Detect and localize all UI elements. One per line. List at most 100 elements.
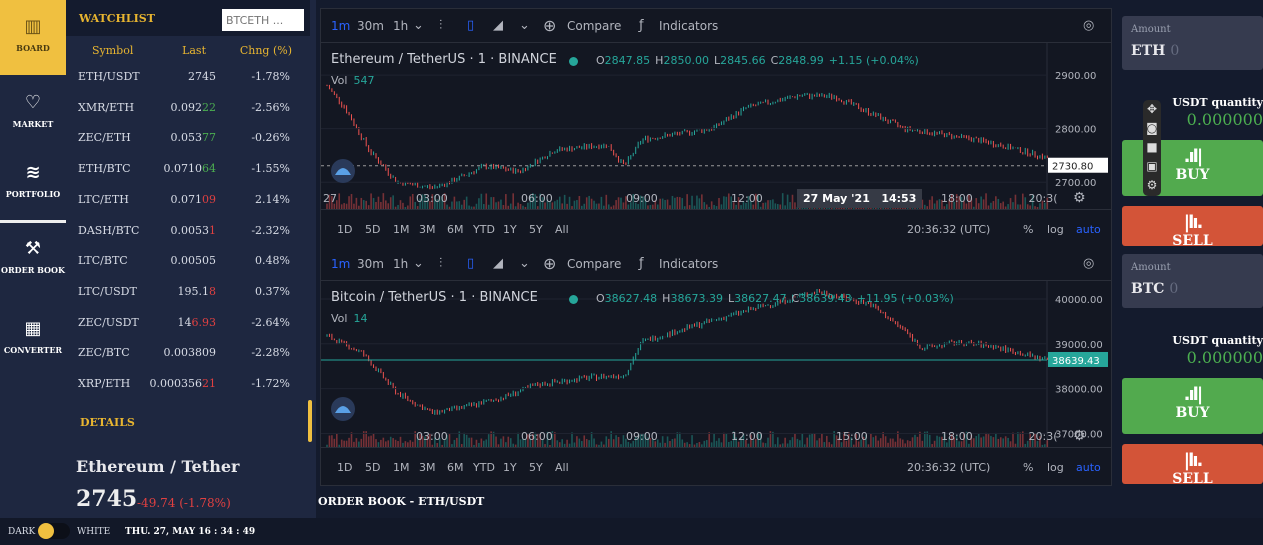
column-symbol[interactable]: Symbol [92, 44, 133, 57]
watchlist-row[interactable]: ETH/BTC 0.071064 -1.55% [66, 154, 310, 184]
interval-30m[interactable]: 30m [357, 19, 384, 33]
candle-style-icon[interactable]: ▯ [467, 18, 474, 33]
interval-1h[interactable]: 1h [393, 257, 408, 271]
compare-icon[interactable]: ⊕ [543, 254, 556, 273]
compare-icon[interactable]: ⊕ [543, 16, 556, 35]
range-1m[interactable]: 1M [393, 461, 410, 474]
range-all[interactable]: All [555, 223, 569, 236]
range-1y[interactable]: 1Y [503, 223, 517, 236]
chevron-down-icon[interactable]: ⌄ [413, 256, 424, 271]
watchlist-search-input[interactable] [222, 9, 304, 31]
bar-chart-icon: ▥ [24, 16, 42, 37]
column-last[interactable]: Last [182, 44, 206, 57]
range-3m[interactable]: 3M [419, 461, 436, 474]
interval-30m[interactable]: 30m [357, 257, 384, 271]
compare-button[interactable]: Compare [567, 19, 621, 33]
area-style-icon[interactable]: ◢ [493, 256, 503, 271]
sidebar-item-market[interactable]: ♡ MARKET [0, 80, 66, 140]
range-ytd[interactable]: YTD [473, 223, 495, 236]
auto-toggle[interactable]: auto [1076, 223, 1101, 236]
watchlist-row[interactable]: ZEC/USDT 146.93 -2.64% [66, 308, 310, 338]
range-5y[interactable]: 5Y [529, 461, 543, 474]
range-5d[interactable]: 5D [365, 461, 380, 474]
cursor-icon[interactable]: ✥ [1143, 100, 1161, 119]
amount-field-btc[interactable]: Amount BTC 0 [1122, 254, 1263, 308]
watchlist-scrollbar[interactable] [308, 400, 312, 442]
watchlist-row[interactable]: ZEC/ETH 0.05377 -0.26% [66, 123, 310, 153]
range-6m[interactable]: 6M [447, 461, 464, 474]
camera-icon[interactable]: ◎ [1083, 18, 1094, 33]
amount-field-eth[interactable]: Amount ETH 0 [1122, 16, 1263, 70]
watchlist-row[interactable]: LTC/BTC 0.00505 0.48% [66, 246, 310, 276]
log-toggle[interactable]: log [1047, 223, 1064, 236]
auto-toggle[interactable]: auto [1076, 461, 1101, 474]
range-1y[interactable]: 1Y [503, 461, 517, 474]
settings-gear-icon[interactable]: ⚙ [1073, 190, 1086, 206]
chevron-down-icon[interactable]: ⌄ [413, 18, 424, 33]
sidebar-item-order-book[interactable]: ⚒ ORDER BOOK [0, 226, 66, 286]
indicators-icon[interactable]: ƒ [639, 256, 644, 271]
bar-style-icon[interactable]: ⫶ [439, 18, 442, 33]
percent-toggle[interactable]: % [1023, 223, 1033, 236]
interval-1m[interactable]: 1m [331, 257, 350, 271]
gear-icon[interactable]: ⚙ [1143, 176, 1161, 195]
chevron-down-icon[interactable]: ⌄ [519, 256, 530, 271]
sell-button[interactable]: |lı. SELL [1122, 444, 1263, 484]
watchlist-row[interactable]: XRP/ETH 0.00035621 -1.72% [66, 369, 310, 399]
live-dot-icon [569, 57, 578, 66]
range-1m[interactable]: 1M [393, 223, 410, 236]
watchlist-row[interactable]: XMR/ETH 0.09222 -2.56% [66, 93, 310, 123]
row-change: -2.28% [251, 346, 290, 360]
range-ytd[interactable]: YTD [473, 461, 495, 474]
sell-button[interactable]: |lı. SELL [1122, 206, 1263, 246]
range-6m[interactable]: 6M [447, 223, 464, 236]
watchlist-row[interactable]: LTC/USDT 195.18 0.37% [66, 277, 310, 307]
indicators-button[interactable]: Indicators [659, 19, 718, 33]
indicators-button[interactable]: Indicators [659, 257, 718, 271]
percent-toggle[interactable]: % [1023, 461, 1033, 474]
range-5y[interactable]: 5Y [529, 223, 543, 236]
price-chart-btc[interactable]: 1m 30m 1h ⌄ ⫶ ▯ ◢ ⌄ ⊕ ƒ ◎ Compare Indicators 40000.00… [321, 247, 1111, 485]
watchlist-panel: WATCHLIST Symbol Last Chng (%) ETH/USDT 2… [66, 0, 316, 518]
theme-toggle[interactable] [38, 523, 70, 539]
column-change[interactable]: Chng (%) [240, 44, 292, 57]
range-5d[interactable]: 5D [365, 223, 380, 236]
chevron-down-icon[interactable]: ⌄ [519, 18, 530, 33]
range-all[interactable]: All [555, 461, 569, 474]
buy-button[interactable]: .ıl| BUY [1122, 378, 1263, 434]
ohlc-change: +11.95 (+0.03%) [856, 292, 954, 305]
bar-style-icon[interactable]: ⫶ [439, 256, 442, 271]
amount-input-value[interactable]: 0 [1170, 43, 1179, 59]
log-toggle[interactable]: log [1047, 461, 1064, 474]
compare-button[interactable]: Compare [567, 257, 621, 271]
row-last-base: 0.00505 [170, 254, 217, 268]
chart-toolbar: 1m 30m 1h ⌄ ⫶ ▯ ◢ ⌄ ⊕ ƒ ◎ Compare Indicators [321, 9, 1111, 43]
range-1d[interactable]: 1D [337, 461, 352, 474]
price-chart-eth[interactable]: 1m 30m 1h ⌄ ⫶ ▯ ◢ ⌄ ⊕ ƒ ◎ Compare Indicators 2900.00 2… [321, 9, 1111, 247]
area-style-icon[interactable]: ◢ [493, 18, 503, 33]
interval-1m[interactable]: 1m [331, 19, 350, 33]
candlestick-plot[interactable]: 40000.0039000.0038000.0037000.0038639.43 [321, 281, 1111, 447]
settings-gear-icon[interactable]: ⚙ [1073, 428, 1086, 444]
watchlist-row[interactable]: ETH/USDT 2745 -1.78% [66, 62, 310, 92]
range-3m[interactable]: 3M [419, 223, 436, 236]
watchlist-row[interactable]: LTC/ETH 0.07109 2.14% [66, 185, 310, 215]
sidebar-item-board[interactable]: ▥ BOARD [0, 0, 66, 75]
sidebar-item-converter[interactable]: ▦ CONVERTER [0, 306, 66, 366]
watchlist-row[interactable]: ZEC/BTC 0.003809 -2.28% [66, 338, 310, 368]
candle-style-icon[interactable]: ▯ [467, 256, 474, 271]
indicators-icon[interactable]: ƒ [639, 18, 644, 33]
watchlist-row[interactable]: DASH/BTC 0.00531 -2.32% [66, 216, 310, 246]
range-1d[interactable]: 1D [337, 223, 352, 236]
camera-icon[interactable]: ◎ [1083, 256, 1094, 271]
ohlc-o: 38627.48 [604, 292, 658, 305]
amount-input-value[interactable]: 0 [1169, 281, 1178, 297]
video-icon[interactable]: ■ [1143, 138, 1161, 157]
candlestick-plot[interactable]: 2900.00 2800.00 2700.00 2730.80 [321, 43, 1111, 209]
volume-label: Vol [331, 74, 348, 87]
camera-icon[interactable]: ◙ [1143, 119, 1161, 138]
sidebar-item-portfolio[interactable]: ≋ PORTFOLIO [0, 150, 66, 210]
interval-1h[interactable]: 1h [393, 19, 408, 33]
image-icon[interactable]: ▣ [1143, 157, 1161, 176]
theme-white-label: WHITE [77, 527, 111, 537]
